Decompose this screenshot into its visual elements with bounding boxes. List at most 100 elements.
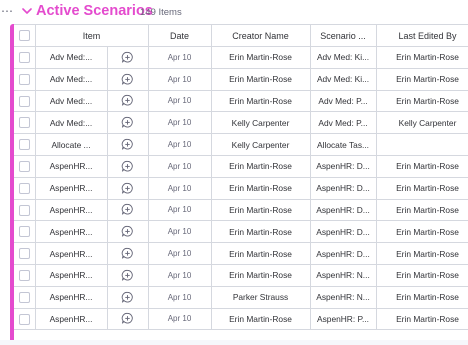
group-title[interactable]: Active Scenarios (36, 3, 153, 19)
updates-cell[interactable] (107, 111, 149, 135)
table-row[interactable]: Allocate ... Apr 10 Kelly Carpenter Allocat… (14, 133, 468, 156)
table-row[interactable]: AspenHR... Apr 10 Erin Martin-Rose AspenHR:… (14, 199, 468, 222)
creator-cell[interactable]: Kelly Carpenter (211, 133, 311, 156)
row-checkbox[interactable] (18, 226, 30, 238)
item-name-cell[interactable]: AspenHR... (35, 177, 108, 200)
creator-cell[interactable]: Erin Martin-Rose (211, 264, 311, 287)
creator-cell[interactable]: Erin Martin-Rose (211, 177, 311, 200)
item-name-cell[interactable]: AspenHR... (35, 220, 108, 244)
table-row[interactable]: AspenHR... Apr 10 Erin Martin-Rose AspenHR:… (14, 220, 468, 244)
column-header-date[interactable]: Date (148, 24, 212, 47)
scenario-cell[interactable]: AspenHR: D... (310, 177, 377, 200)
item-name-cell[interactable]: AspenHR... (35, 308, 108, 331)
scenario-cell[interactable]: Adv Med: Ki... (310, 68, 377, 91)
item-name-cell[interactable]: AspenHR... (35, 155, 108, 178)
row-select-cell[interactable] (14, 199, 36, 222)
row-checkbox[interactable] (18, 117, 30, 129)
column-header-last-edited[interactable]: Last Edited By (376, 24, 468, 47)
item-name-cell[interactable]: AspenHR... (35, 286, 108, 309)
date-cell[interactable]: Apr 10 (148, 90, 212, 113)
creator-cell[interactable]: Erin Martin-Rose (211, 242, 311, 265)
updates-cell[interactable] (107, 133, 149, 156)
table-row[interactable]: AspenHR... Apr 10 Parker Strauss AspenHR: N… (14, 286, 468, 309)
add-update-icon[interactable] (121, 182, 134, 195)
column-header-creator[interactable]: Creator Name (211, 24, 311, 47)
updates-cell[interactable] (107, 177, 149, 200)
updates-cell[interactable] (107, 46, 149, 69)
table-row[interactable]: Adv Med:... Apr 10 Erin Martin-Rose Adv Med… (14, 68, 468, 91)
item-name-cell[interactable]: Adv Med:... (35, 68, 108, 91)
add-update-icon[interactable] (121, 291, 134, 304)
row-checkbox[interactable] (18, 73, 30, 85)
last-edited-cell[interactable]: Erin Martin-Rose (376, 68, 468, 91)
item-name-cell[interactable]: Adv Med:... (35, 90, 108, 113)
creator-cell[interactable]: Erin Martin-Rose (211, 90, 311, 113)
last-edited-cell[interactable]: Erin Martin-Rose (376, 264, 468, 287)
row-select-cell[interactable] (14, 308, 36, 331)
date-cell[interactable]: Apr 10 (148, 46, 212, 69)
updates-cell[interactable] (107, 264, 149, 287)
date-cell[interactable]: Apr 10 (148, 68, 212, 91)
updates-cell[interactable] (107, 90, 149, 113)
date-cell[interactable]: Apr 10 (148, 177, 212, 200)
row-checkbox[interactable] (18, 95, 30, 107)
row-select-cell[interactable] (14, 111, 36, 135)
date-cell[interactable]: Apr 10 (148, 242, 212, 265)
creator-cell[interactable]: Erin Martin-Rose (211, 68, 311, 91)
row-select-cell[interactable] (14, 177, 36, 200)
scenario-cell[interactable]: AspenHR: D... (310, 199, 377, 222)
item-name-cell[interactable]: AspenHR... (35, 242, 108, 265)
last-edited-cell[interactable]: Erin Martin-Rose (376, 308, 468, 331)
creator-cell[interactable]: Parker Strauss (211, 286, 311, 309)
add-update-icon[interactable] (121, 312, 134, 325)
row-select-cell[interactable] (14, 286, 36, 309)
add-update-icon[interactable] (121, 160, 134, 173)
updates-cell[interactable] (107, 155, 149, 178)
table-row[interactable]: Adv Med:... Apr 10 Kelly Carpenter Adv Med:… (14, 111, 468, 135)
date-cell[interactable]: Apr 10 (148, 308, 212, 331)
select-all-checkbox[interactable] (18, 30, 30, 42)
row-select-cell[interactable] (14, 46, 36, 69)
last-edited-cell[interactable]: Erin Martin-Rose (376, 199, 468, 222)
updates-cell[interactable] (107, 286, 149, 309)
last-edited-cell[interactable]: Erin Martin-Rose (376, 177, 468, 200)
date-cell[interactable]: Apr 10 (148, 286, 212, 309)
item-name-cell[interactable]: AspenHR... (35, 199, 108, 222)
item-name-cell[interactable]: Adv Med:... (35, 111, 108, 135)
creator-cell[interactable]: Erin Martin-Rose (211, 220, 311, 244)
table-row[interactable]: AspenHR... Apr 10 Erin Martin-Rose AspenHR:… (14, 155, 468, 178)
add-update-icon[interactable] (121, 225, 134, 238)
date-cell[interactable]: Apr 10 (148, 220, 212, 244)
row-checkbox[interactable] (18, 204, 30, 216)
item-name-cell[interactable]: Adv Med:... (35, 46, 108, 69)
last-edited-cell[interactable]: Erin Martin-Rose (376, 155, 468, 178)
scenario-cell[interactable]: AspenHR: N... (310, 286, 377, 309)
add-update-icon[interactable] (121, 73, 134, 86)
add-update-icon[interactable] (121, 269, 134, 282)
creator-cell[interactable]: Erin Martin-Rose (211, 46, 311, 69)
last-edited-cell[interactable]: Erin Martin-Rose (376, 46, 468, 69)
table-row[interactable]: AspenHR... Apr 10 Erin Martin-Rose AspenHR:… (14, 177, 468, 200)
add-update-icon[interactable] (121, 138, 134, 151)
date-cell[interactable]: Apr 10 (148, 133, 212, 156)
table-row[interactable]: AspenHR... Apr 10 Erin Martin-Rose AspenHR:… (14, 264, 468, 287)
item-name-cell[interactable]: Allocate ... (35, 133, 108, 156)
row-select-cell[interactable] (14, 68, 36, 91)
column-header-scenario[interactable]: Scenario ... (310, 24, 377, 47)
scenario-cell[interactable]: Adv Med: P... (310, 111, 377, 135)
more-dots-icon[interactable]: ⋯ (1, 4, 13, 18)
row-checkbox[interactable] (18, 161, 30, 173)
scenario-cell[interactable]: Adv Med: P... (310, 90, 377, 113)
last-edited-cell[interactable] (376, 133, 468, 156)
column-header-item[interactable]: Item (35, 24, 149, 47)
add-update-icon[interactable] (121, 116, 134, 129)
updates-cell[interactable] (107, 308, 149, 331)
last-edited-cell[interactable]: Kelly Carpenter (376, 111, 468, 135)
creator-cell[interactable]: Erin Martin-Rose (211, 155, 311, 178)
creator-cell[interactable]: Erin Martin-Rose (211, 308, 311, 331)
chevron-down-icon[interactable] (22, 7, 32, 15)
row-checkbox[interactable] (18, 270, 30, 281)
table-row[interactable]: Adv Med:... Apr 10 Erin Martin-Rose Adv Med… (14, 46, 468, 69)
last-edited-cell[interactable]: Erin Martin-Rose (376, 242, 468, 265)
select-all-cell[interactable] (14, 24, 36, 47)
